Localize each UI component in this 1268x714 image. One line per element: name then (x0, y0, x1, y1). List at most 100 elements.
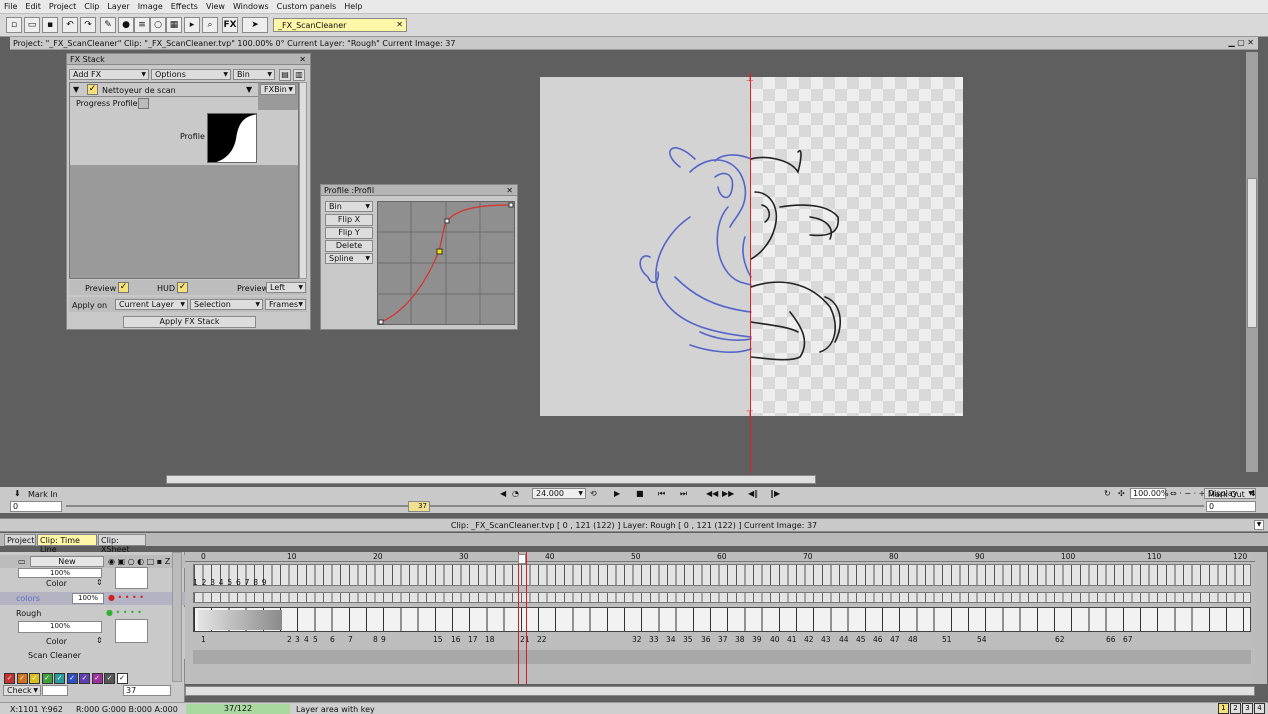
profile-thumbnail[interactable] (207, 113, 257, 163)
page-button-4[interactable]: 4 (1254, 703, 1265, 714)
new-file-icon[interactable]: ▫ (6, 17, 22, 33)
zoom-controls[interactable]: ⇔ · − · + (1170, 489, 1205, 498)
color-wheel-icon[interactable]: ● (118, 17, 134, 33)
delete-button[interactable]: Delete (325, 240, 373, 252)
layer-row-rough[interactable]: Rough ● • • • • 100% Color ⇕ Scan Cleane… (0, 607, 185, 660)
frame-slider-thumb[interactable]: 37 (408, 501, 430, 512)
options-dropdown[interactable]: Options (151, 69, 231, 80)
menu-item-clip[interactable]: Clip (80, 0, 103, 11)
check-dropdown[interactable]: Check (3, 685, 41, 696)
rough-layer-track[interactable] (193, 607, 1251, 632)
apply-fx-stack-button[interactable]: Apply FX Stack (123, 316, 256, 328)
prev-key-icon[interactable]: ◀‖ (748, 489, 758, 498)
color-swatch[interactable]: ✓ (54, 673, 65, 684)
bin-dropdown[interactable]: Bin (233, 69, 275, 80)
layer-folder-icon[interactable]: ▭ (18, 557, 26, 566)
search-icon[interactable]: ⌕ (202, 17, 218, 33)
scrollbar-thumb[interactable] (1247, 178, 1257, 328)
fx-enable-checkbox[interactable]: ✓ (87, 84, 98, 95)
menu-item-image[interactable]: Image (134, 0, 167, 11)
current-frame-marker[interactable] (518, 554, 526, 564)
color-swatch[interactable]: ✓ (66, 673, 78, 684)
eye-icon[interactable]: ◉ ▣ ○ ◐ □ ▪ Z (108, 557, 170, 566)
guide-handle-top[interactable]: ⊥ (746, 74, 754, 84)
panel-tab-fx-scancleaner[interactable]: _FX_ScanCleaner ✕ (273, 18, 407, 32)
hud-checkbox[interactable]: ✓ (177, 282, 188, 293)
menu-item-custom-panels[interactable]: Custom panels (273, 0, 341, 11)
paste-icon[interactable]: ▥ (293, 69, 305, 81)
timeline-menu-dropdown[interactable]: ▼ (1254, 520, 1264, 530)
preview-side-dropdown[interactable]: Left (266, 282, 306, 293)
menu-item-windows[interactable]: Windows (229, 0, 273, 11)
mark-out-field[interactable]: 0 (1206, 501, 1256, 512)
paper-plane-icon[interactable]: ➤ (242, 17, 268, 33)
fx-list-scrollbar[interactable] (299, 82, 307, 279)
color-swatch[interactable]: ✓ (41, 673, 53, 684)
next-frame-icon[interactable]: ▶▶ (722, 489, 734, 498)
tab-clip-time-line[interactable]: Clip: Time Line (37, 534, 97, 554)
fx-button[interactable]: FX (222, 17, 238, 33)
curve-point[interactable] (378, 319, 384, 325)
play-arrow-icon[interactable]: ▸ (184, 17, 200, 33)
menu-item-layer[interactable]: Layer (103, 0, 133, 11)
fxbin-dropdown[interactable]: FXBin (260, 84, 296, 95)
colors-layer-track[interactable] (193, 592, 1251, 603)
last-frame-icon[interactable]: ⏭ (680, 489, 687, 499)
canvas-vertical-scrollbar[interactable] (1246, 52, 1258, 472)
menu-item-view[interactable]: View (202, 0, 229, 11)
colors-layer-opacity[interactable]: 100% (72, 593, 104, 604)
redo-icon[interactable]: ↷ (80, 17, 96, 33)
fps-dropdown[interactable]: 24.000 (532, 488, 586, 499)
preview-checkbox[interactable]: ✓ (118, 282, 129, 293)
new-layer-button[interactable]: New (30, 556, 104, 567)
close-icon[interactable]: ✕ (506, 186, 513, 195)
guide-handle-bottom[interactable]: ⊤ (746, 410, 754, 420)
collapse-icon[interactable]: ▼ (73, 85, 79, 94)
flip-x-button[interactable]: Flip X (325, 214, 373, 226)
zoom-field[interactable]: 100.00% (1130, 488, 1169, 499)
lightbulb-icon[interactable]: ○ (150, 17, 166, 33)
page-button-1[interactable]: 1 (1218, 703, 1229, 714)
menu-item-effects[interactable]: Effects (167, 0, 202, 11)
sound-icon[interactable]: ◀ (500, 489, 506, 498)
save-icon[interactable]: ▪ (42, 17, 58, 33)
add-fx-dropdown[interactable]: Add FX (69, 69, 149, 80)
open-folder-icon[interactable]: ▭ (24, 17, 40, 33)
fx-dropdown-arrow[interactable]: ▼ (246, 85, 252, 94)
fx-item-row[interactable]: ▼ ✓ Nettoyeur de scan ▼ (70, 83, 258, 97)
frames-dropdown[interactable]: Frames (265, 299, 306, 310)
profile-curve-editor[interactable] (377, 201, 515, 325)
layer-panel-scrollbar[interactable] (172, 552, 182, 682)
tab-clip-xsheet[interactable]: Clip: XSheet (98, 534, 146, 554)
window-buttons[interactable]: ▁ ▢ ✕ (1229, 38, 1255, 47)
menu-item-file[interactable]: File (0, 0, 21, 11)
color-swatch[interactable]: ✓ (116, 673, 128, 684)
timeline-horizontal-scrollbar[interactable] (185, 686, 1255, 696)
color-swatch[interactable]: ✓ (29, 673, 40, 684)
frame-number-field[interactable]: 37 (123, 685, 171, 696)
color-swatch[interactable]: ✓ (4, 673, 15, 684)
calculator-icon[interactable]: ▦ (166, 17, 182, 33)
rotate-icon[interactable]: ↻ (1104, 489, 1111, 498)
curve-point[interactable] (508, 202, 514, 208)
current-layer-dropdown[interactable]: Current Layer (115, 299, 188, 310)
curve-point-selected[interactable] (436, 248, 443, 255)
settings-icon[interactable]: ✣ (1118, 489, 1125, 498)
selection-dropdown[interactable]: Selection (190, 299, 263, 310)
prev-frame-icon[interactable]: ◀◀ (706, 489, 718, 498)
undo-icon[interactable]: ↶ (62, 17, 78, 33)
first-frame-icon[interactable]: ⏮ (658, 489, 665, 499)
spline-dropdown[interactable]: Spline (325, 253, 373, 264)
top-layer-track[interactable] (193, 564, 1251, 586)
layers-icon[interactable]: ≡ (134, 17, 150, 33)
page-button-2[interactable]: 2 (1230, 703, 1241, 714)
loop-icon[interactable]: ◔ (512, 489, 519, 498)
canvas-horizontal-scrollbar[interactable] (166, 475, 816, 484)
stop-icon[interactable]: ■ (636, 489, 644, 498)
color-swatch[interactable]: ✓ (16, 673, 28, 684)
color-stepper-icon[interactable]: ⇕ (96, 578, 103, 587)
menu-item-project[interactable]: Project (45, 0, 80, 11)
tab-project[interactable]: Project (4, 534, 36, 546)
flip-y-button[interactable]: Flip Y (325, 227, 373, 239)
rough-hold-frame[interactable] (198, 610, 282, 630)
